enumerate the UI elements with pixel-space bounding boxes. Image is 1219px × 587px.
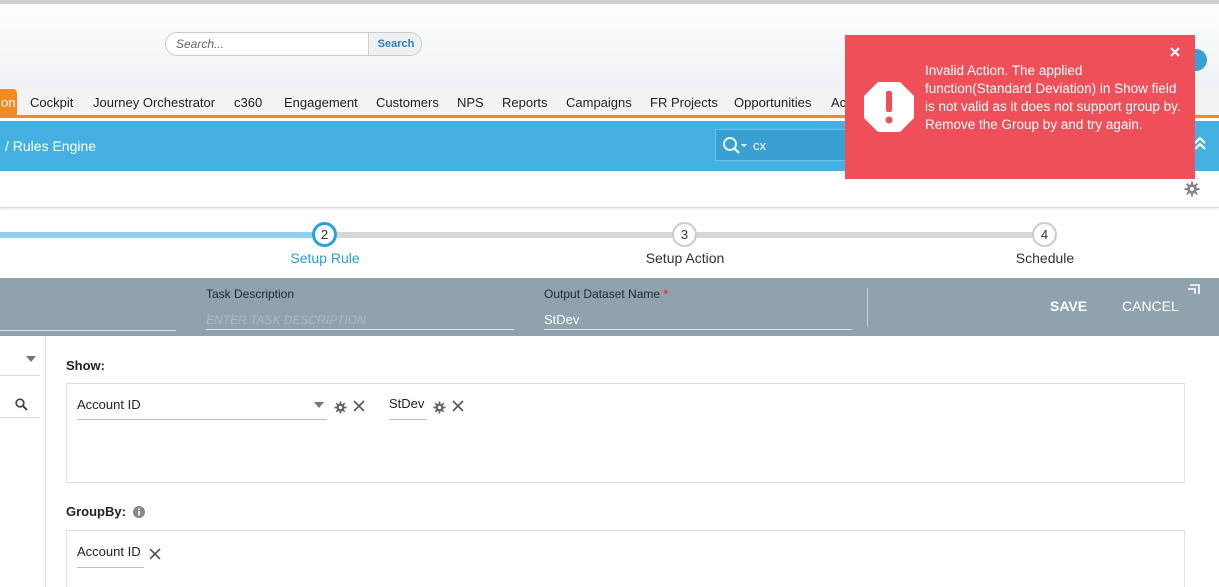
save-button[interactable]: SAVE [1050,298,1087,314]
step-4-circle[interactable]: 4 [1032,222,1057,247]
error-message: Invalid Action. The applied function(Sta… [925,63,1181,132]
rule-form-bar: Task Description Output Dataset Name * S… [0,278,1219,336]
step-2-label[interactable]: Setup Rule [245,250,405,266]
nav-item-active[interactable]: on [0,89,17,117]
cancel-button[interactable]: CANCEL [1122,298,1179,314]
show-section-title: Show: [66,358,105,373]
step-4-label[interactable]: Schedule [965,250,1125,266]
show-field-select-value: Account ID [77,397,141,412]
breadcrumb[interactable]: / Rules Engine [5,138,96,154]
nav-item-campaigns[interactable]: Campaigns [566,88,632,118]
remove-groupby-close-icon[interactable] [149,548,161,560]
left-panel [0,336,46,587]
groupby-field-chip[interactable]: Account ID [77,544,141,559]
nav-item-c360[interactable]: c360 [234,88,262,118]
output-dataset-label-text: Output Dataset Name [544,287,661,301]
wizard-stepper: 2 Setup Rule 3 Setup Action 4 Schedule [0,210,1219,278]
show-dropzone[interactable]: Account ID StDev [66,383,1185,483]
rule-builder: Show: Account ID StDev GroupBy: Account … [47,336,1219,587]
nav-item-truncated[interactable]: Ac [831,88,846,118]
search-button[interactable]: Search [368,33,421,55]
show-field-underline [77,419,327,420]
field-search[interactable] [0,388,40,418]
groupby-field-underline [77,567,144,568]
search-dropdown-icon[interactable] [722,136,748,156]
show-measure-underline [389,419,427,420]
global-search-box: Search [165,32,422,56]
remove-field-close-icon[interactable] [353,400,365,412]
search-icon[interactable] [15,398,28,411]
nav-item-customers[interactable]: Customers [376,88,439,118]
field-settings-gear-icon[interactable] [334,401,347,414]
remove-measure-close-icon[interactable] [452,400,464,412]
step-3-label[interactable]: Setup Action [605,250,765,266]
nav-item-cockpit[interactable]: Cockpit [30,88,73,118]
task-description-input[interactable] [206,306,514,330]
task-description-label: Task Description [206,287,295,301]
search-input[interactable] [166,33,368,55]
groupby-title-text: GroupBy: [66,504,126,519]
groupby-dropzone[interactable]: Account ID [66,530,1185,587]
required-mark: * [663,287,669,301]
object-select[interactable] [0,346,40,376]
measure-settings-gear-icon[interactable] [433,401,446,414]
nav-item-engagement[interactable]: Engagement [284,88,358,118]
groupby-section-title: GroupBy: [66,504,145,519]
error-alert-icon [864,82,914,132]
step-2-circle[interactable]: 2 [312,222,337,247]
show-field-select[interactable]: Account ID [77,397,327,419]
output-dataset-label: Output Dataset Name * [544,287,668,301]
info-icon[interactable] [132,506,145,518]
show-measure-chip[interactable]: StDev [389,396,424,411]
rule-name-underline [0,330,176,331]
chevron-down-icon[interactable] [314,402,324,408]
error-toast: Invalid Action. The applied function(Sta… [845,35,1195,179]
form-divider [867,288,868,326]
step-progress-done [0,232,312,238]
output-dataset-input[interactable] [544,306,852,330]
nav-item-reports[interactable]: Reports [502,88,548,118]
chevron-down-icon[interactable] [26,356,36,362]
step-3-circle[interactable]: 3 [672,222,697,247]
avatar[interactable] [1193,49,1207,71]
nav-item-opportunities[interactable]: Opportunities [734,88,811,118]
nav-item-fr-projects[interactable]: FR Projects [650,88,718,118]
object-search-field[interactable]: cx [715,129,850,161]
nav-item-journey-orchestrator[interactable]: Journey Orchestrator [93,88,215,118]
nav-item-nps[interactable]: NPS [457,88,484,118]
object-search-value: cx [753,138,766,153]
close-icon[interactable] [1169,46,1181,58]
settings-gear-icon[interactable] [1184,181,1200,197]
expand-icon[interactable] [1187,281,1203,295]
